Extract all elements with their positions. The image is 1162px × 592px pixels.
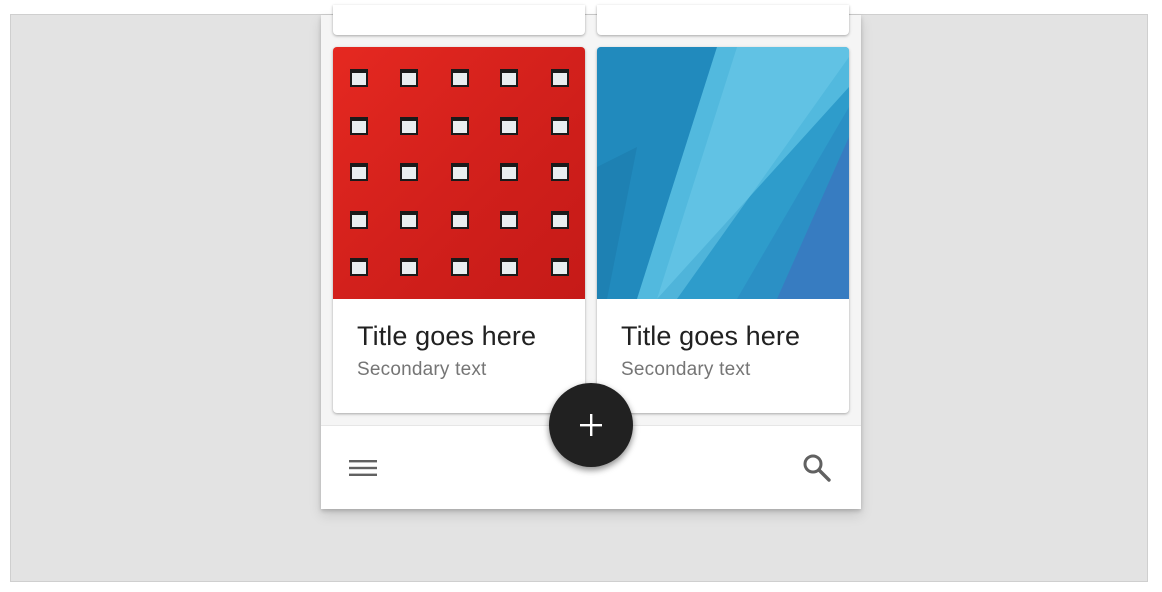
app-screen: Title goes here Secondary text Title goe… <box>321 5 861 509</box>
search-icon[interactable] <box>799 450 835 486</box>
card-blue-abstract[interactable]: Title goes here Secondary text <box>597 47 849 413</box>
card-image-blue-abstract <box>597 47 849 299</box>
canvas-background: Title goes here Secondary text Title goe… <box>10 5 1148 582</box>
card-secondary-text: Secondary text <box>357 359 487 380</box>
menu-icon[interactable] <box>347 454 379 482</box>
card-top-left-partial[interactable] <box>333 5 585 35</box>
add-fab-button[interactable] <box>549 383 633 467</box>
card-image-red-building <box>333 47 585 299</box>
card-secondary-text: Secondary text <box>621 359 751 380</box>
card-top-right-partial[interactable] <box>597 5 849 35</box>
add-icon <box>580 414 602 436</box>
card-red-building[interactable]: Title goes here Secondary text <box>333 47 585 413</box>
card-title: Title goes here <box>621 321 801 351</box>
card-title: Title goes here <box>357 321 537 351</box>
